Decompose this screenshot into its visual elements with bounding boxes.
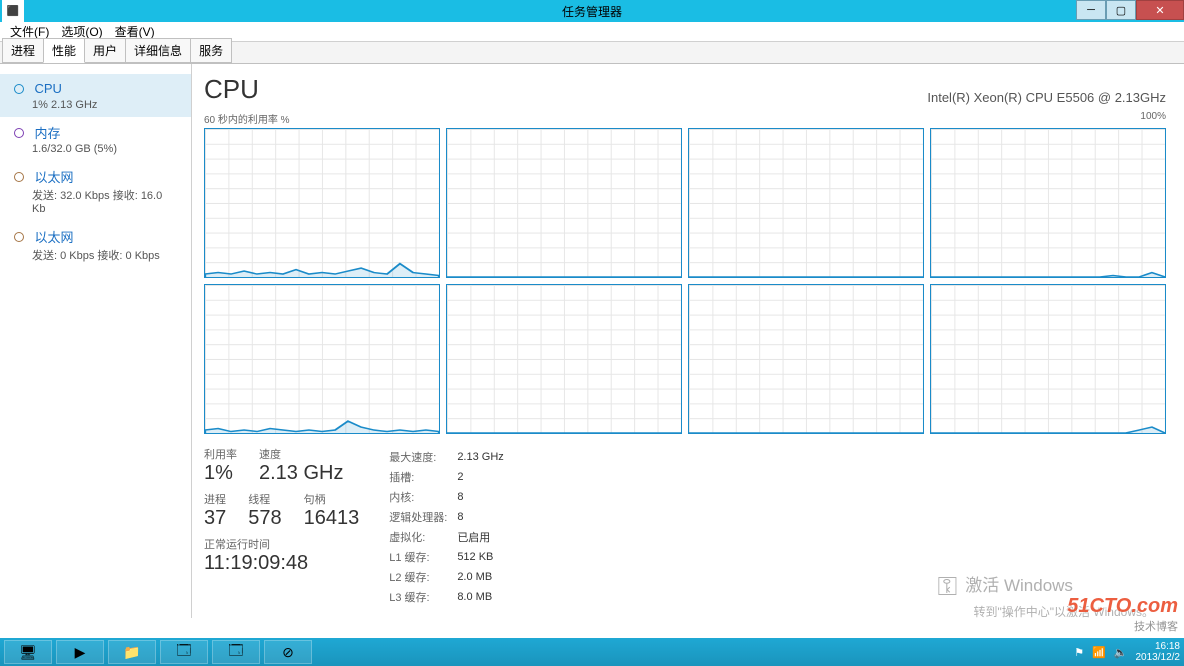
sidebar-cpu-sub: 1% 2.13 GHz [32, 99, 177, 111]
sidebar-item-ethernet-1[interactable]: 以太网 发送: 32.0 Kbps 接收: 16.0 Kb [0, 161, 191, 221]
minimize-button[interactable]: ─ [1076, 0, 1106, 20]
tab-performance[interactable]: 性能 [43, 38, 85, 63]
sidebar-eth2-title: 以太网 [34, 227, 73, 246]
thread-label: 线程 [248, 491, 281, 507]
uptime-value: 11:19:09:48 [204, 552, 359, 575]
cpu-chart-7[interactable] [930, 284, 1166, 434]
cpu-chart-0[interactable] [204, 128, 440, 278]
taskbar-server-manager[interactable]: 🖥 [4, 640, 52, 664]
proc-value: 37 [204, 507, 226, 530]
spec-virt-label: 虚拟化: [389, 528, 455, 546]
tabbar: 进程 性能 用户 详细信息 服务 [0, 42, 1184, 64]
spec-l3-value: 8.0 MB [457, 588, 511, 606]
cpu-chart-4[interactable] [204, 284, 440, 434]
tab-details[interactable]: 详细信息 [125, 38, 191, 63]
cpu-model: Intel(R) Xeon(R) CPU E5506 @ 2.13GHz [927, 90, 1166, 105]
util-label: 利用率 [204, 446, 237, 462]
sidebar: CPU 1% 2.13 GHz 内存 1.6/32.0 GB (5%) 以太网 … [0, 64, 192, 618]
memory-ring-icon [14, 128, 24, 138]
spec-logical-value: 8 [457, 508, 511, 526]
chart-axis-labels: 60 秒内的利用率 % 100% [204, 111, 1166, 126]
activate-title: 激活 Windows [965, 571, 1073, 596]
chart-xlabel: 60 秒内的利用率 % [204, 111, 290, 126]
spec-virt-value: 已启用 [457, 528, 511, 546]
spec-l2-label: L2 缓存: [389, 568, 455, 586]
page-title: CPU [204, 74, 259, 105]
sidebar-item-cpu[interactable]: CPU 1% 2.13 GHz [0, 74, 191, 117]
taskbar-date: 2013/12/2 [1136, 652, 1181, 663]
cpu-chart-5[interactable] [446, 284, 682, 434]
ethernet-ring-icon [14, 172, 24, 182]
spec-sockets-label: 插槽: [389, 468, 455, 486]
sidebar-cpu-title: CPU [34, 81, 61, 96]
taskbar-app-3[interactable]: ⊘ [264, 640, 312, 664]
speed-label: 速度 [259, 446, 343, 462]
spec-logical-label: 逻辑处理器: [389, 508, 455, 526]
taskbar-powershell[interactable]: ▶ [56, 640, 104, 664]
spec-maxspeed-label: 最大速度: [389, 448, 455, 466]
ethernet-ring-icon [14, 232, 24, 242]
window-title: 任务管理器 [562, 3, 622, 20]
spec-cores-label: 内核: [389, 488, 455, 506]
window-controls: ─ ▢ ✕ [1076, 0, 1184, 20]
sidebar-mem-sub: 1.6/32.0 GB (5%) [32, 143, 177, 155]
spec-l1-label: L1 缓存: [389, 548, 455, 566]
taskbar-app-2[interactable]: 🗔 [212, 640, 260, 664]
sidebar-item-memory[interactable]: 内存 1.6/32.0 GB (5%) [0, 117, 191, 161]
app-icon: ⬛ [2, 0, 24, 22]
taskbar-explorer[interactable]: 📁 [108, 640, 156, 664]
taskbar[interactable]: 🖥 ▶ 📁 🗔 🗔 ⊘ ⚑ 📶 🔈 16:18 2013/12/2 [0, 638, 1184, 666]
spec-maxspeed-value: 2.13 GHz [457, 448, 511, 466]
tab-services[interactable]: 服务 [190, 38, 232, 63]
stats-left: 利用率1% 速度2.13 GHz 进程37 线程578 句柄16413 正常运行… [204, 446, 359, 608]
taskbar-time: 16:18 [1136, 641, 1181, 652]
main-area: CPU 1% 2.13 GHz 内存 1.6/32.0 GB (5%) 以太网 … [0, 64, 1184, 618]
cpu-charts-grid [204, 128, 1166, 434]
util-value: 1% [204, 462, 237, 485]
chart-ymax: 100% [1140, 111, 1166, 126]
spec-sockets-value: 2 [457, 468, 511, 486]
site-watermark: 51CTO.com 技术博客 [1067, 595, 1178, 634]
speed-value: 2.13 GHz [259, 462, 343, 485]
taskbar-clock[interactable]: 16:18 2013/12/2 [1136, 641, 1181, 663]
taskbar-app-1[interactable]: 🗔 [160, 640, 208, 664]
close-button[interactable]: ✕ [1136, 0, 1184, 20]
tray-flag-icon[interactable]: ⚑ [1074, 646, 1084, 659]
maximize-button[interactable]: ▢ [1106, 0, 1136, 20]
cpu-ring-icon [14, 84, 24, 94]
cpu-chart-3[interactable] [930, 128, 1166, 278]
cpu-chart-2[interactable] [688, 128, 924, 278]
sidebar-item-ethernet-2[interactable]: 以太网 发送: 0 Kbps 接收: 0 Kbps [0, 221, 191, 269]
sidebar-eth1-title: 以太网 [34, 167, 73, 186]
content-pane: CPU Intel(R) Xeon(R) CPU E5506 @ 2.13GHz… [192, 64, 1184, 618]
cpu-chart-6[interactable] [688, 284, 924, 434]
thread-value: 578 [248, 507, 281, 530]
proc-label: 进程 [204, 491, 226, 507]
sidebar-mem-title: 内存 [34, 123, 60, 142]
handle-label: 句柄 [304, 491, 360, 507]
stats-right: 最大速度:2.13 GHz 插槽:2 内核:8 逻辑处理器:8 虚拟化:已启用 … [387, 446, 514, 608]
sidebar-eth2-sub: 发送: 0 Kbps 接收: 0 Kbps [32, 247, 177, 263]
tray-sound-icon[interactable]: 🔈 [1114, 646, 1128, 659]
spec-l3-label: L3 缓存: [389, 588, 455, 606]
spec-cores-value: 8 [457, 488, 511, 506]
taskbar-tray[interactable]: ⚑ 📶 🔈 16:18 2013/12/2 [1074, 641, 1180, 663]
key-icon: ⚿ [937, 571, 957, 603]
handle-value: 16413 [304, 507, 360, 530]
spec-l1-value: 512 KB [457, 548, 511, 566]
watermark-sub: 技术博客 [1067, 618, 1178, 634]
window-titlebar: ⬛ 任务管理器 ─ ▢ ✕ [0, 0, 1184, 22]
spec-l2-value: 2.0 MB [457, 568, 511, 586]
content-header: CPU Intel(R) Xeon(R) CPU E5506 @ 2.13GHz [204, 74, 1166, 105]
cpu-chart-1[interactable] [446, 128, 682, 278]
tray-network-icon[interactable]: 📶 [1092, 646, 1106, 659]
tab-processes[interactable]: 进程 [2, 38, 44, 63]
watermark-main: 51CTO.com [1067, 595, 1178, 617]
uptime-label: 正常运行时间 [204, 536, 359, 552]
tab-users[interactable]: 用户 [84, 38, 126, 63]
spec-table: 最大速度:2.13 GHz 插槽:2 内核:8 逻辑处理器:8 虚拟化:已启用 … [387, 446, 514, 608]
sidebar-eth1-sub: 发送: 32.0 Kbps 接收: 16.0 Kb [32, 187, 177, 215]
